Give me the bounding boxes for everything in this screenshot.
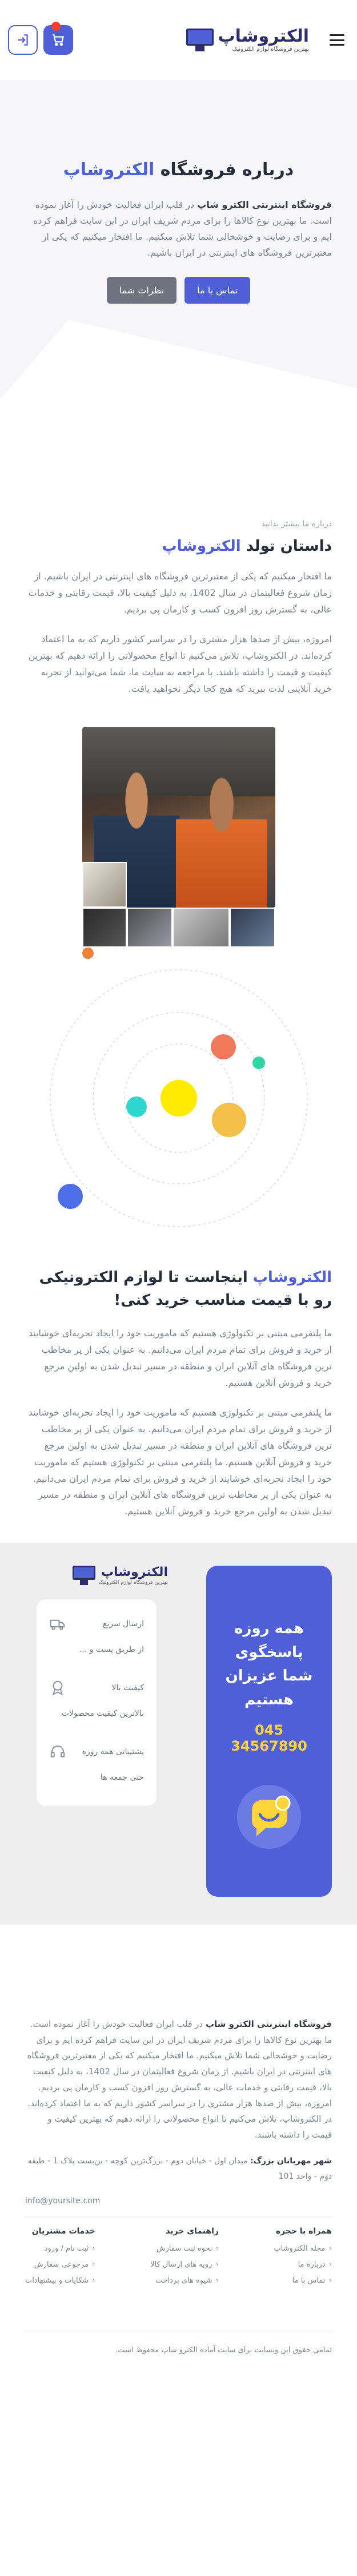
hero-background-shape [0,80,357,457]
support-message: همه روزه پاسخگوی شما عزیزان هستیم [225,1619,313,1708]
team-photo-gallery [82,727,275,961]
header-left [8,22,73,55]
site-header: الکتروشاپ بهترین فروشگاه لوازم الکترونیک [0,0,357,80]
services-logo-title: الکتروشاپ [101,1565,168,1579]
truck-icon [50,1619,65,1630]
cart-badge [51,22,61,31]
service-label: ارسال سریع [102,1619,144,1629]
services-logo: الکتروشاپ بهترین فروشگاه لوازم الکترونیک [25,1566,168,1586]
orbit-svg [49,969,308,1227]
cart-button[interactable] [43,22,73,55]
story-paragraph-2: امروزه، بیش از صدها هزار مشتری را در سرا… [28,634,332,694]
service-shipping-note: از طریق پست و ... [49,1645,144,1667]
footer-about-text: در قلب ایران فعالیت خودش را آغاز نموده ا… [27,2018,332,2140]
hamburger-menu-icon[interactable] [330,34,344,46]
footer-address-label: شهر مهربانان بزرگ: [250,2156,332,2166]
why-section: الکتروشاپ اینجاست تا لوازم الکترونیکی رو… [0,1235,357,1520]
footer-about-bold: فروشگاه اینترنتی الکترو شاپ [205,2018,332,2029]
login-icon [18,34,28,46]
footer-link[interactable]: نحوه ثبت سفارش [150,2244,219,2253]
footer-link[interactable]: مجله الکتروشاپ [274,2244,332,2253]
footer-link[interactable]: مرجوعی سفارش [25,2260,95,2269]
hero-section: درباره فروشگاه الکتروشاپ فروشگاه اینترنت… [0,80,357,457]
service-fast-shipping: ارسال سریع [49,1611,144,1645]
services-column: الکتروشاپ بهترین فروشگاه لوازم الکترونیک… [25,1566,168,1925]
logo-subtitle: بهترین فروشگاه لوازم الکترونیک [232,46,309,53]
footer-email[interactable]: info@yoursite.com [25,2196,332,2206]
footer-about: فروشگاه اینترنتی الکترو شاپ در قلب ایران… [25,2017,332,2143]
footer-link[interactable]: شیوه های پرداخت [150,2276,219,2285]
story-paragraph-1: ما افتخار میکنیم که یکی از معتبرترین فرو… [28,571,332,615]
monitor-icon [72,1566,95,1586]
footer-link[interactable]: درباره ما [274,2260,332,2269]
hero-text: فروشگاه اینترنتی الکترو شاپ در قلب ایران… [25,197,332,261]
services-logo-text: الکتروشاپ بهترین فروشگاه لوازم الکترونیک [99,1566,168,1586]
why-title-accent: الکتروشاپ [252,1268,332,1286]
support-card: همه روزه پاسخگوی شما عزیزان هستیم 045 34… [206,1565,332,1897]
site-logo[interactable]: الکتروشاپ بهترین فروشگاه لوازم الکترونیک [186,27,309,53]
decorative-dot [82,947,94,959]
logo-text: الکتروشاپ بهترین فروشگاه لوازم الکترونیک [218,27,309,53]
footer-address: شهر مهربانان بزرگ: میدان اول - خیابان دو… [25,2154,332,2184]
site-footer: فروشگاه اینترنتی الکترو شاپ در قلب ایران… [0,1925,357,2355]
service-sub-label: بالاترین کیفیت محصولات [61,1709,144,1719]
phone-number: 34567890 [231,1738,307,1755]
phone-prefix: 045 [254,1722,284,1739]
service-support-note: حتی جمعه ها [49,1773,144,1795]
logo-title: الکتروشاپ [218,26,309,46]
hero-title-prefix: درباره فروشگاه [160,160,294,180]
reviews-button[interactable]: نظرات شما [106,277,177,304]
header-right: الکتروشاپ بهترین فروشگاه لوازم الکترونیک [186,27,344,53]
service-daily-support: پشتیبانی همه روزه [49,1731,144,1773]
team-photo-small [126,907,173,948]
team-photo-small [82,861,127,908]
cart-icon [53,34,65,46]
story-title: داستان تولد الکتروشاپ [25,538,332,555]
badge-icon [52,1680,63,1696]
page: الکتروشاپ بهترین فروشگاه لوازم الکترونیک [0,0,357,2576]
hero-text-bold: فروشگاه اینترنتی الکترو شاپ [197,199,332,210]
footer-columns: همراه با حجره مجله الکتروشاپ درباره ما ت… [25,2227,332,2292]
why-paragraph-1: ما پلتفرمی مبتنی بر تکنولوژی هستیم که ما… [28,1328,332,1388]
footer-col-title: راهنمای خرید [166,2227,219,2236]
why-paragraph-2: ما پلتفرمی مبتنی بر تکنولوژی هستیم که ما… [28,1407,332,1517]
hero-title-accent: الکتروشاپ [63,160,155,180]
footer-col-customers: خدمات مشتریان ثبت نام / ورود مرجوعی سفار… [25,2227,95,2292]
service-high-quality: کیفیت بالا [49,1667,144,1709]
why-title: الکتروشاپ اینجاست تا لوازم الکترونیکی رو… [25,1266,332,1312]
hero-title: درباره فروشگاه الکتروشاپ [25,160,332,180]
story-title-prefix: داستان تولد [246,538,332,555]
copyright-text: تمامی حقوق این وبسایت برای سایت آماده ال… [115,2346,332,2355]
contact-services-section: همه روزه پاسخگوی شما عزیزان هستیم 045 34… [0,1542,357,1925]
service-sub-label: حتی جمعه ها [100,1773,144,1783]
hero-buttons: تماس با ما نظرات شما [25,277,332,304]
service-label: کیفیت بالا [111,1683,144,1693]
footer-col-title: همراه با حجره [275,2227,332,2236]
monitor-icon [186,29,214,51]
footer-link[interactable]: رویه های ارسال کالا [150,2260,219,2269]
chat-support-icon [237,1784,301,1849]
story-section: درباره ما بیشتر بدانید داستان تولد الکتر… [0,457,357,1235]
footer-link[interactable]: شکایات و پیشنهادات [25,2276,95,2285]
services-box: ارسال سریع از طریق پست و ... کیفیت بالا … [37,1599,157,1807]
team-photo-small [82,907,127,948]
contact-us-button[interactable]: تماس با ما [184,277,251,304]
headset-icon [50,1745,65,1757]
footer-col-title: خدمات مشتریان [31,2227,95,2236]
service-label: پشتیبانی همه روزه [82,1747,144,1757]
footer-link[interactable]: ثبت نام / ورود [25,2244,95,2253]
story-kicker: درباره ما بیشتر بدانید [261,519,332,529]
footer-link[interactable]: تماس با ما [274,2276,332,2285]
login-button[interactable] [8,25,38,55]
story-title-accent: الکتروشاپ [162,538,241,555]
services-logo-subtitle: بهترین فروشگاه لوازم الکترونیک [98,1580,168,1586]
footer-col-hojreh: همراه با حجره مجله الکتروشاپ درباره ما ت… [274,2227,332,2292]
team-photo-small [229,907,275,948]
team-photo-small [172,907,230,948]
orbit-illustration [36,961,322,1235]
service-sub-label: از طریق پست و ... [79,1645,144,1655]
support-phone[interactable]: 045 34567890 [220,1722,318,1754]
footer-col-guide: راهنمای خرید نحوه ثبت سفارش رویه های ارس… [150,2227,219,2292]
service-quality-note: بالاترین کیفیت محصولات [49,1709,144,1731]
